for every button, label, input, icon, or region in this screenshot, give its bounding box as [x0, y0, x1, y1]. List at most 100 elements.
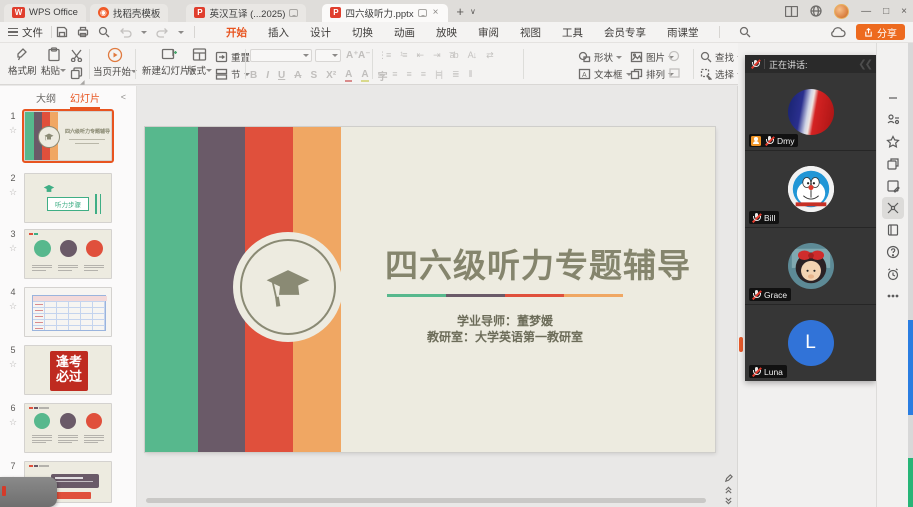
slide-thumbnail-1[interactable]: 四六级听力专题辅导: [24, 111, 112, 161]
select-button[interactable]: 选择: [700, 67, 743, 81]
user-avatar[interactable]: [834, 4, 849, 19]
slide-star-icon[interactable]: ☆: [6, 187, 20, 198]
font-size-select[interactable]: [315, 49, 341, 62]
file-menu[interactable]: 文件: [0, 25, 51, 40]
menu-tab-animation[interactable]: 动画: [393, 23, 416, 42]
shapes-button[interactable]: 形状: [578, 50, 622, 64]
profile-settings-icon[interactable]: [882, 109, 904, 131]
slide-thumbnail-3[interactable]: [24, 229, 112, 279]
layout-button[interactable]: 版式: [187, 47, 212, 77]
menu-tab-view[interactable]: 视图: [519, 23, 542, 42]
menu-tab-member[interactable]: 会员专享: [603, 23, 647, 42]
menu-tab-transitions[interactable]: 切换: [351, 23, 374, 42]
window-minimize-button[interactable]: —: [861, 6, 871, 17]
find-button[interactable]: 查找: [700, 50, 743, 64]
slide-star-icon[interactable]: ☆: [6, 301, 20, 312]
favorite-star-icon[interactable]: [882, 131, 904, 153]
toolbox-icon[interactable]: [882, 197, 904, 219]
tab-wps-office[interactable]: W WPS Office: [4, 4, 86, 22]
tab-presentation-active[interactable]: P 四六级听力.pptx ×: [322, 4, 448, 22]
help-icon[interactable]: [882, 241, 904, 263]
text-direction-icon[interactable]: A↓: [468, 50, 477, 61]
columns-icon[interactable]: ⫴: [469, 69, 472, 80]
next-slide-icon[interactable]: [724, 497, 733, 505]
slide-title-text[interactable]: 四六级听力专题辅导: [385, 239, 705, 287]
menu-tab-rainclass[interactable]: 雨课堂: [666, 23, 700, 42]
share-button[interactable]: 分享: [856, 24, 905, 40]
insert-media-icon[interactable]: [668, 67, 681, 79]
tab-list-caret-icon[interactable]: ∨: [470, 7, 476, 16]
play-from-current-button[interactable]: 当页开始: [93, 47, 137, 78]
search-icon[interactable]: [739, 26, 751, 38]
previous-slide-icon[interactable]: [724, 486, 733, 494]
cut-icon[interactable]: [70, 49, 83, 62]
duplicate-slide-icon[interactable]: [882, 153, 904, 175]
slide-star-icon[interactable]: ☆: [6, 359, 20, 370]
panel-handle[interactable]: [739, 337, 743, 352]
chart-edit-icon[interactable]: [882, 175, 904, 197]
bullet-list-icon[interactable]: ⋮≡: [378, 50, 390, 61]
split-view-icon[interactable]: [785, 6, 798, 17]
decrease-indent-icon[interactable]: ⇤: [417, 50, 424, 61]
outline-tab[interactable]: 大纲: [36, 90, 56, 105]
slide-info-text[interactable]: 学业导师：董梦媛 教研室：大学英语第一教研室: [387, 313, 623, 345]
strikethrough-button[interactable]: A: [294, 70, 301, 81]
paste-button[interactable]: 粘贴: [41, 47, 66, 77]
align-right-icon[interactable]: ≡: [407, 69, 411, 80]
numbered-list-icon[interactable]: ¹≡: [400, 50, 406, 61]
insert-chart-icon[interactable]: [668, 50, 681, 62]
increase-indent-icon[interactable]: ⇥: [433, 50, 440, 61]
slide-thumbnail-4[interactable]: [24, 287, 112, 337]
underline-button[interactable]: U: [278, 70, 285, 81]
increase-font-icon[interactable]: A⁺: [346, 50, 359, 61]
cloud-sync-icon[interactable]: [830, 27, 846, 38]
menu-tab-insert[interactable]: 插入: [267, 23, 290, 42]
tab-close-icon[interactable]: ×: [431, 7, 441, 18]
decrease-font-icon[interactable]: A⁻: [358, 50, 371, 61]
collapse-dash-icon[interactable]: [882, 87, 904, 109]
menu-tab-home[interactable]: 开始: [225, 23, 248, 42]
new-tab-button[interactable]: +: [456, 4, 464, 19]
print-icon[interactable]: [77, 26, 89, 38]
bold-button[interactable]: B: [250, 70, 257, 81]
paragraph-mark-icon[interactable]: ⇄: [486, 50, 493, 61]
slide-star-icon[interactable]: ☆: [6, 125, 20, 136]
menu-tab-design[interactable]: 设计: [309, 23, 332, 42]
line-spacing-icon[interactable]: ≣: [452, 69, 459, 80]
slide-star-icon[interactable]: ☆: [6, 417, 20, 428]
participant-tile-grace[interactable]: Grace: [745, 227, 876, 304]
font-name-select[interactable]: [250, 49, 312, 62]
align-center-icon[interactable]: ≡: [392, 69, 396, 80]
participant-tile-dmy[interactable]: Dmy: [745, 73, 876, 150]
slide-thumbnail-6[interactable]: [24, 403, 112, 453]
notebook-icon[interactable]: [882, 219, 904, 241]
slide-star-icon[interactable]: ☆: [6, 243, 20, 254]
editing-canvas[interactable]: 四六级听力专题辅导 学业导师：董梦媛 教研室：大学英语第一教研室: [138, 86, 738, 507]
collapse-panel-chevrons-icon[interactable]: ❮❮: [858, 59, 871, 70]
participant-tile-bill[interactable]: Bill: [745, 150, 876, 227]
canvas-pen-icon[interactable]: [724, 474, 733, 483]
more-options-icon[interactable]: [882, 285, 904, 307]
slides-tab[interactable]: 幻灯片: [70, 90, 100, 105]
phonetic-guide-icon[interactable]: a̅b: [450, 50, 458, 61]
undo-caret-icon[interactable]: [141, 31, 147, 37]
justify-icon[interactable]: ≡: [421, 69, 425, 80]
window-close-button[interactable]: ×: [901, 6, 907, 17]
tab-docer-templates[interactable]: ◉ 找稻壳模板: [90, 4, 169, 22]
shadow-button[interactable]: S: [310, 70, 317, 81]
current-slide[interactable]: 四六级听力专题辅导 学业导师：董梦媛 教研室：大学英语第一教研室: [145, 127, 715, 452]
dialog-launcher-icon[interactable]: ◢: [80, 79, 85, 86]
slide-thumbnail-2[interactable]: 听力步骤: [24, 173, 112, 223]
horizontal-scrollbar[interactable]: [146, 498, 706, 503]
redo-caret-icon[interactable]: [178, 31, 184, 37]
floating-widget[interactable]: [0, 477, 57, 507]
menu-tab-slideshow[interactable]: 放映: [435, 23, 458, 42]
mic-muted-icon[interactable]: [750, 59, 760, 70]
window-maximize-button[interactable]: □: [883, 6, 889, 17]
tab-presentation-1[interactable]: P 英汉互译 (...2025): [186, 4, 306, 22]
superscript-button[interactable]: X²: [326, 70, 336, 81]
undo-icon[interactable]: [119, 26, 132, 38]
participant-tile-luna[interactable]: L Luna: [745, 304, 876, 381]
italic-button[interactable]: I: [266, 70, 269, 81]
redo-icon[interactable]: [156, 26, 169, 38]
